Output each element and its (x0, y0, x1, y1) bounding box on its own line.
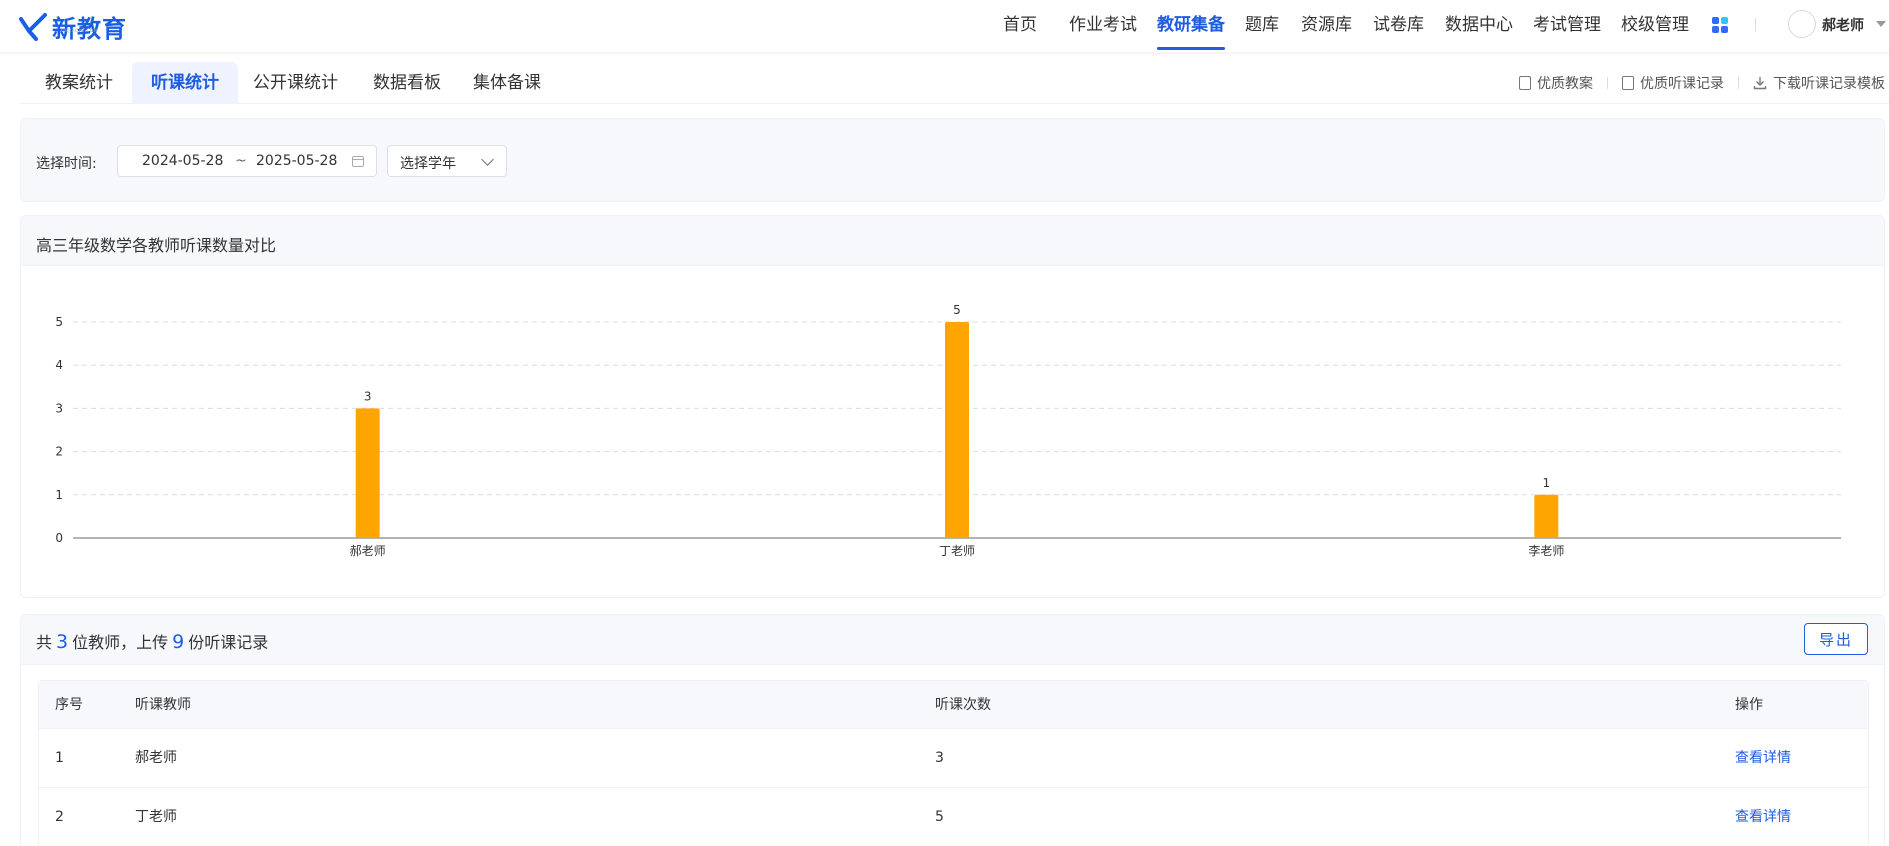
y-tick-label: 2 (55, 445, 63, 459)
logo-mark-icon (19, 13, 47, 41)
table-header-bar: 共 3 位教师，上传 9 份听课记录 导出 (21, 615, 1884, 665)
bar-chart: 0 1 2 3 4 5 3 郝老师 5 丁老师 1 李老师 (55, 303, 1841, 558)
date-range-picker[interactable]: 2024-05-28 ~ 2025-05-28 (117, 145, 377, 177)
apps-grid-icon[interactable] (1712, 17, 1728, 33)
tab-collective-prep[interactable]: 集体备课 (454, 62, 560, 104)
lecture-table: 序号 听课教师 听课次数 操作 1 郝老师 3 查看详情 2 丁老师 5 查看详… (38, 680, 1869, 846)
column-header-teacher: 听课教师 (135, 697, 191, 713)
column-header-index: 序号 (55, 697, 83, 713)
data-label: 5 (953, 303, 961, 317)
nav-item-question-bank[interactable]: 题库 (1245, 0, 1279, 50)
avatar[interactable] (1788, 10, 1816, 38)
column-header-count: 听课次数 (935, 697, 991, 713)
filter-panel: 选择时间: 2024-05-28 ~ 2025-05-28 选择学年 (20, 118, 1885, 202)
bar (355, 408, 380, 538)
chevron-down-icon (481, 153, 494, 166)
bar (1534, 494, 1559, 538)
chart-header: 高三年级数学各教师听课数量对比 (21, 216, 1884, 266)
record-summary: 共 3 位教师，上传 9 份听课记录 (36, 629, 268, 653)
chart-panel: 高三年级数学各教师听课数量对比 0 1 2 3 4 5 3 郝老师 5 丁老师 1 李老师 (20, 215, 1885, 598)
tab-open-class-stats[interactable]: 公开课统计 (234, 62, 357, 104)
x-tick-label: 郝老师 (350, 544, 386, 558)
x-tick-label: 李老师 (1528, 543, 1564, 558)
teacher-count: 3 (56, 631, 69, 653)
row-count: 5 (935, 809, 944, 825)
export-button[interactable]: 导出 (1804, 623, 1868, 655)
row-index: 1 (55, 750, 64, 766)
chart-title: 高三年级数学各教师听课数量对比 (36, 236, 277, 255)
clipboard-icon (1519, 76, 1531, 90)
nav-item-school-management[interactable]: 校级管理 (1621, 0, 1689, 50)
quick-links: 优质教案 优质听课记录 下载听课记录模板 (1519, 62, 1885, 104)
date-start-value[interactable]: 2024-05-28 (142, 153, 223, 169)
calendar-icon[interactable] (352, 156, 364, 167)
column-header-action: 操作 (1735, 697, 1763, 713)
nav-item-home[interactable]: 首页 (1003, 0, 1037, 50)
row-teacher: 郝老师 (135, 750, 177, 766)
quality-lecture-record-label: 优质听课记录 (1640, 76, 1724, 92)
y-tick-label: 4 (55, 358, 63, 372)
record-count: 9 (172, 631, 185, 653)
bar (945, 322, 969, 538)
tab-lesson-plan-stats[interactable]: 教案统计 (26, 62, 132, 104)
link-divider (1607, 77, 1608, 89)
logo[interactable]: 新教育 (18, 8, 127, 44)
y-tick-label: 1 (55, 488, 63, 502)
y-tick-label: 0 (55, 531, 63, 545)
data-label: 3 (364, 389, 372, 403)
date-end-value[interactable]: 2025-05-28 (256, 153, 337, 169)
row-count: 3 (935, 750, 944, 766)
school-year-select[interactable]: 选择学年 (387, 145, 507, 177)
user-name[interactable]: 郝老师 (1822, 15, 1864, 35)
data-label: 1 (1543, 476, 1551, 490)
table-row: 1 郝老师 3 查看详情 (39, 729, 1868, 788)
table-header-row: 序号 听课教师 听课次数 操作 (39, 681, 1868, 729)
nav-item-teaching-research[interactable]: 教研集备 (1145, 0, 1237, 50)
nav-item-resource-library[interactable]: 资源库 (1301, 0, 1352, 50)
time-filter-label: 选择时间: (36, 156, 97, 172)
row-index: 2 (55, 809, 64, 825)
download-icon (1753, 77, 1767, 90)
view-details-link[interactable]: 查看详情 (1735, 788, 1791, 846)
y-tick-label: 3 (55, 401, 63, 415)
summary-prefix: 共 (36, 633, 53, 652)
top-nav-bar: 新教育 XINJIAOYU.COM 首页 作业考试 教研集备 题库 资源库 试卷… (0, 0, 1889, 52)
summary-suffix: 份听课记录 (188, 633, 269, 652)
table-row: 2 丁老师 5 查看详情 (39, 788, 1868, 846)
x-tick-label: 丁老师 (939, 544, 975, 558)
download-template-label: 下载听课记录模板 (1773, 76, 1885, 92)
tab-data-dashboard[interactable]: 数据看板 (354, 62, 460, 104)
caret-down-icon[interactable] (1876, 21, 1886, 27)
row-teacher: 丁老师 (135, 809, 177, 825)
logo-text: 新教育 (52, 14, 127, 43)
tab-lecture-stats[interactable]: 听课统计 (132, 62, 238, 104)
quality-lecture-record-link[interactable]: 优质听课记录 (1622, 73, 1724, 93)
record-icon (1622, 76, 1634, 90)
nav-item-paper-library[interactable]: 试卷库 (1373, 0, 1424, 50)
logo-subtext: XINJIAOYU.COM (60, 28, 98, 33)
school-year-placeholder: 选择学年 (400, 156, 456, 172)
nav-item-exam-management[interactable]: 考试管理 (1533, 0, 1601, 50)
summary-mid: 位教师，上传 (72, 633, 169, 652)
link-divider (1738, 77, 1739, 89)
quality-lesson-plan-link[interactable]: 优质教案 (1519, 73, 1593, 93)
y-tick-label: 5 (55, 315, 63, 329)
view-details-link[interactable]: 查看详情 (1735, 729, 1791, 788)
download-template-link[interactable]: 下载听课记录模板 (1753, 73, 1885, 93)
nav-item-homework-exam[interactable]: 作业考试 (1069, 0, 1137, 50)
table-panel: 共 3 位教师，上传 9 份听课记录 导出 序号 听课教师 听课次数 操作 1 郝老师 … (20, 614, 1885, 846)
date-separator: ~ (235, 153, 247, 169)
nav-divider (1755, 18, 1756, 32)
quality-lesson-plan-label: 优质教案 (1537, 76, 1593, 92)
nav-item-data-center[interactable]: 数据中心 (1445, 0, 1513, 50)
